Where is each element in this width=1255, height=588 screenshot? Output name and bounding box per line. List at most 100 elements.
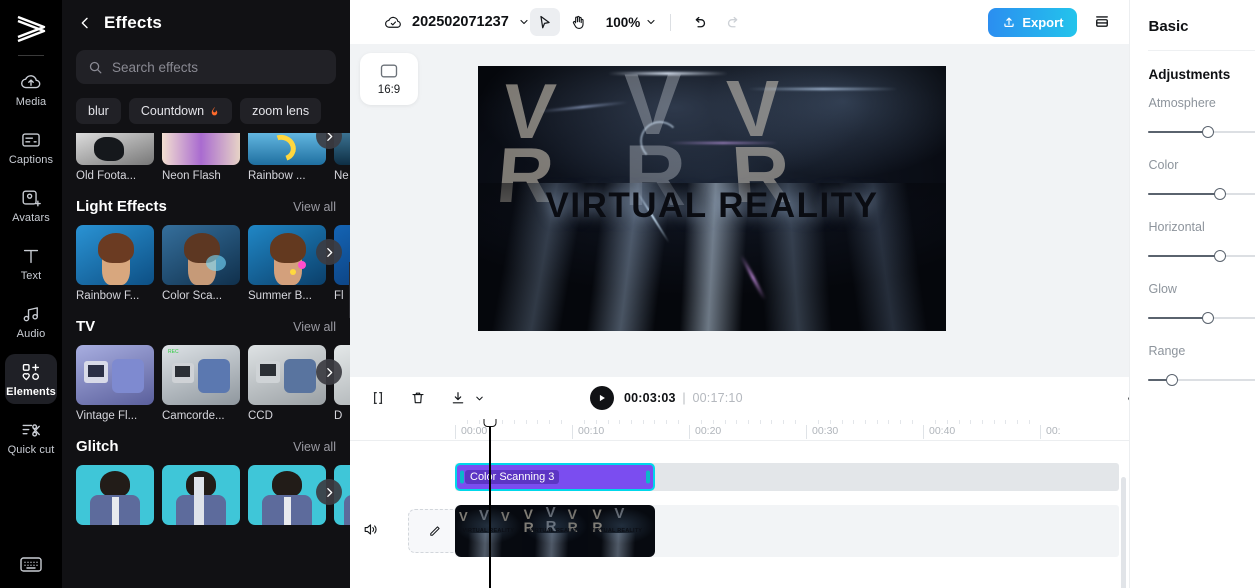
view-all-link[interactable]: View all — [293, 200, 336, 214]
layers-button[interactable] — [1087, 8, 1117, 36]
effect-card[interactable]: Neon Flash — [162, 133, 240, 182]
playhead-handle[interactable] — [483, 419, 496, 427]
view-all-link[interactable]: View all — [293, 440, 336, 454]
effects-scroll-area[interactable]: Old Foota... Neon Flash Rainbow ... Ne — [62, 133, 350, 588]
sidebar-item-label: Media — [16, 96, 46, 109]
clip-right-handle[interactable] — [646, 471, 650, 484]
cloud-upload-icon — [20, 71, 42, 93]
effect-card[interactable]: Old Foota... — [76, 133, 154, 182]
effect-card[interactable] — [162, 465, 240, 525]
undo-button[interactable] — [684, 8, 714, 36]
sidebar-item-captions[interactable]: Captions — [5, 122, 57, 172]
text-icon — [20, 245, 42, 267]
divider — [1148, 50, 1255, 51]
export-button[interactable]: Export — [988, 8, 1077, 37]
effect-card[interactable]: CCD — [248, 345, 326, 422]
chip-countdown[interactable]: Countdown — [129, 98, 232, 124]
zoom-level-selector[interactable]: 100% — [606, 15, 658, 30]
ruler-tick: 00:40 — [923, 425, 955, 439]
effect-card[interactable]: Summer B... — [248, 225, 326, 302]
glow-slider[interactable] — [1148, 311, 1255, 325]
sidebar-item-media[interactable]: Media — [5, 64, 57, 114]
select-tool-button[interactable] — [530, 8, 560, 36]
chip-label: blur — [88, 104, 109, 118]
undo-icon — [691, 14, 708, 31]
avatar-icon — [20, 187, 42, 209]
redo-button[interactable] — [718, 8, 748, 36]
scroll-right-button[interactable] — [316, 479, 342, 505]
effect-card[interactable]: Fl — [334, 225, 350, 302]
playhead[interactable] — [489, 422, 491, 588]
slider-thumb[interactable] — [1214, 250, 1226, 262]
effect-clip[interactable]: Color Scanning 3 — [455, 463, 655, 491]
layers-icon — [1093, 13, 1111, 31]
track-mute-button[interactable] — [362, 521, 379, 543]
effect-name: D — [334, 410, 350, 422]
sidebar-item-elements[interactable]: Elements — [5, 354, 57, 404]
video-clip[interactable]: V V V VIRTUAL REALITY VR VR VR VIRTUAL R… — [455, 505, 655, 557]
chip-zoom-lens[interactable]: zoom lens — [240, 98, 321, 124]
search-icon — [88, 60, 103, 75]
zoom-level-value: 100% — [606, 15, 641, 30]
sidebar-item-label: Avatars — [12, 212, 50, 225]
video-preview[interactable]: VR VR VR VIRTUAL REALITY — [478, 66, 946, 331]
timeline-ruler[interactable]: 00:00 00:10 00:20 00:30 00:40 00: — [350, 419, 1129, 441]
effect-card[interactable]: D — [334, 345, 350, 422]
effect-thumbnail: REC — [162, 345, 240, 405]
slider-thumb[interactable] — [1166, 374, 1178, 386]
pencil-icon — [427, 524, 442, 539]
download-button[interactable] — [444, 385, 472, 411]
view-all-link[interactable]: View all — [293, 320, 336, 334]
effect-card[interactable]: Rainbow ... — [248, 133, 326, 182]
keyboard-shortcuts-button[interactable] — [0, 555, 62, 574]
panel-collapse-handle[interactable] — [349, 262, 350, 318]
effect-thumbnail — [162, 225, 240, 285]
scroll-right-button[interactable] — [316, 239, 342, 265]
track-edit-button[interactable] — [408, 509, 460, 553]
back-button[interactable] — [76, 14, 94, 32]
timeline[interactable]: 00:00 00:10 00:20 00:30 00:40 00: — [350, 419, 1129, 588]
atmosphere-slider[interactable] — [1148, 125, 1255, 139]
capcut-logo[interactable] — [11, 10, 51, 48]
slider-thumb[interactable] — [1202, 126, 1214, 138]
sidebar-item-audio[interactable]: Audio — [5, 296, 57, 346]
chevron-down-icon[interactable] — [474, 393, 485, 404]
effect-card[interactable]: REC Camcorde... — [162, 345, 240, 422]
effect-card[interactable]: Rainbow F... — [76, 225, 154, 302]
frame-title: VIRTUAL REALITY — [590, 528, 642, 534]
timeline-vertical-scrollbar[interactable] — [1121, 477, 1126, 588]
effect-card[interactable] — [76, 465, 154, 525]
range-slider[interactable] — [1148, 373, 1255, 387]
effect-card[interactable]: Color Sca... — [162, 225, 240, 302]
hand-tool-button[interactable] — [564, 8, 594, 36]
color-slider[interactable] — [1148, 187, 1255, 201]
horizontal-slider[interactable] — [1148, 249, 1255, 263]
clip-left-handle[interactable] — [460, 471, 464, 484]
slider-thumb[interactable] — [1214, 188, 1226, 200]
video-track-lane[interactable]: V V V VIRTUAL REALITY VR VR VR VIRTUAL R… — [455, 505, 1119, 557]
split-button[interactable] — [364, 385, 392, 411]
project-selector[interactable]: 202502071237 — [384, 13, 530, 32]
play-button[interactable] — [590, 386, 614, 410]
sidebar-item-avatars[interactable]: Avatars — [5, 180, 57, 230]
trash-icon — [410, 390, 426, 406]
adjustment-label: Color — [1148, 158, 1255, 172]
tag-chips: blur Countdown zoom lens — [76, 98, 350, 124]
effect-name: CCD — [248, 410, 326, 422]
speaker-icon — [362, 521, 379, 538]
search-input[interactable]: Search effects — [76, 50, 336, 84]
effect-card[interactable] — [248, 465, 326, 525]
delete-button[interactable] — [404, 385, 432, 411]
chip-blur[interactable]: blur — [76, 98, 121, 124]
slider-thumb[interactable] — [1202, 312, 1214, 324]
sidebar-item-quickcut[interactable]: Quick cut — [5, 412, 57, 462]
sidebar-item-text[interactable]: Text — [5, 238, 57, 288]
sidebar-item-label: Captions — [9, 154, 53, 167]
top-toolbar: 202502071237 100% — [350, 0, 1129, 44]
aspect-ratio-button[interactable]: 16:9 — [360, 53, 418, 105]
effect-track-lane[interactable]: Color Scanning 3 — [455, 463, 1119, 491]
chevron-right-icon — [323, 366, 336, 379]
keyboard-icon — [19, 555, 43, 574]
effect-card[interactable]: Vintage Fl... — [76, 345, 154, 422]
scroll-right-button[interactable] — [316, 359, 342, 385]
